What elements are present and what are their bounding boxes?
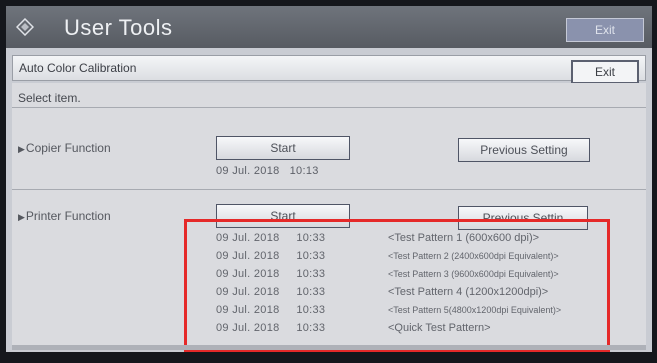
app-title: User Tools: [64, 15, 173, 40]
triangle-right-icon: ▶: [18, 144, 25, 154]
bottom-strip: [12, 345, 646, 350]
printer-function-label: ▶Printer Function: [18, 209, 111, 223]
exit-button[interactable]: Exit: [571, 60, 639, 84]
copier-date: 09 Jul. 2018: [216, 165, 280, 177]
page-title: Auto Color Calibration: [19, 61, 137, 75]
printer-function-text: Printer Function: [25, 209, 111, 223]
copier-function-text: Copier Function: [25, 141, 111, 155]
triangle-right-icon: ▶: [18, 212, 25, 222]
divider: [12, 107, 646, 108]
exit-top-button[interactable]: Exit: [566, 18, 644, 42]
copier-previous-setting-button[interactable]: Previous Setting: [458, 138, 590, 162]
highlight-box: [184, 219, 610, 352]
copier-function-label: ▶Copier Function: [18, 141, 111, 155]
copier-last-run: 09 Jul. 2018 10:13: [216, 165, 319, 177]
device-screen: User Tools Exit Auto Color Calibration E…: [6, 6, 652, 352]
title-bar: User Tools Exit: [6, 6, 652, 48]
select-prompt: Select item.: [18, 91, 81, 105]
divider: [12, 189, 646, 190]
copier-time: 10:13: [289, 165, 319, 177]
copier-start-button[interactable]: Start: [216, 136, 350, 160]
user-tools-icon: [16, 18, 34, 36]
sub-header-bar: Auto Color Calibration: [12, 55, 646, 81]
